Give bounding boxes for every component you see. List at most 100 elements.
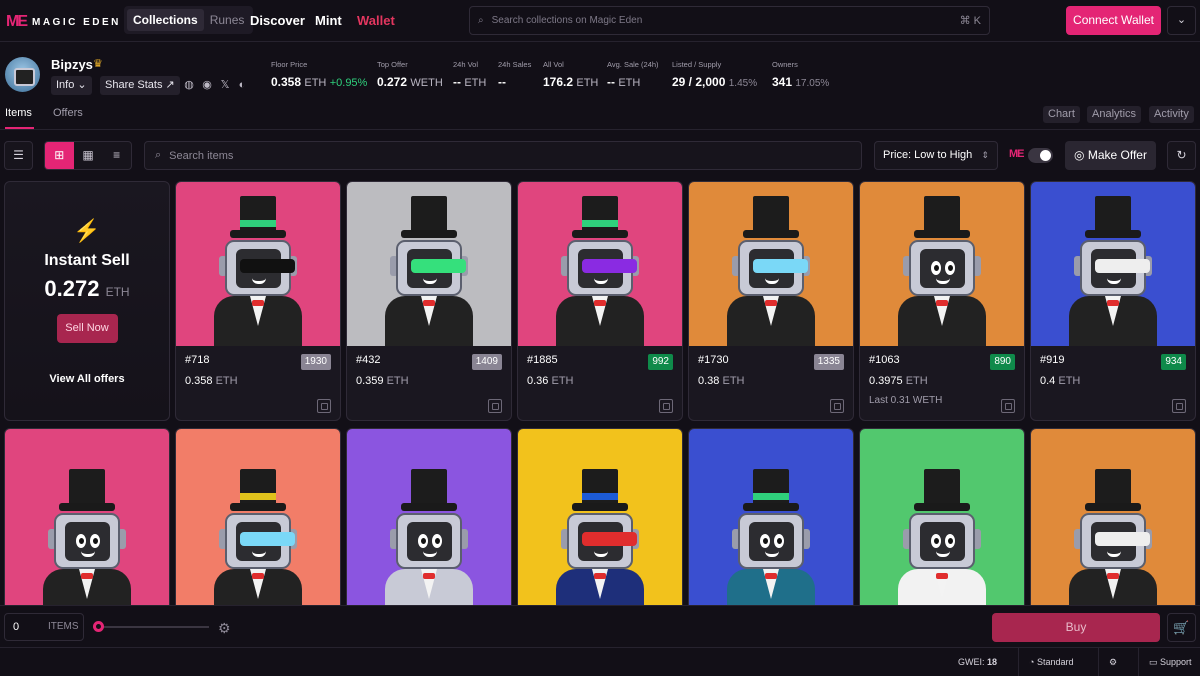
nft-price: 0.359 ETH bbox=[356, 375, 501, 387]
globe-icon[interactable]: ◍ bbox=[182, 78, 196, 92]
nft-price: 0.358 ETH bbox=[185, 375, 330, 387]
nft-image[interactable] bbox=[689, 429, 853, 605]
robot-smile bbox=[252, 551, 266, 557]
gear-icon[interactable]: ⚙ bbox=[218, 620, 231, 637]
nft-image[interactable] bbox=[518, 429, 682, 605]
nft-card[interactable] bbox=[346, 428, 512, 605]
info-dropdown[interactable]: Info ⌄ bbox=[51, 76, 92, 95]
expand-icon[interactable] bbox=[1172, 399, 1186, 413]
sell-now-button[interactable]: Sell Now bbox=[56, 314, 118, 343]
tab-analytics[interactable]: Analytics bbox=[1087, 106, 1142, 123]
share-stats-button[interactable]: Share Stats ↗ bbox=[100, 76, 180, 95]
cart-icon[interactable]: 🛒 bbox=[1167, 613, 1196, 642]
discord-icon[interactable]: ◉ bbox=[200, 78, 214, 92]
items-search-input[interactable]: ⌕ Search items bbox=[144, 141, 862, 170]
make-offer-button[interactable]: ◎ Make Offer bbox=[1065, 141, 1156, 170]
nav-wallet[interactable]: Wallet bbox=[357, 13, 395, 28]
sort-select[interactable]: Price: Low to High ⇕ bbox=[874, 141, 998, 170]
nft-card[interactable] bbox=[517, 428, 683, 605]
nft-card[interactable] bbox=[688, 428, 854, 605]
nav-mint[interactable]: Mint bbox=[315, 13, 342, 28]
refresh-icon[interactable]: ↻ bbox=[1167, 141, 1196, 170]
nav-runes[interactable]: Runes bbox=[204, 9, 251, 31]
opensea-icon[interactable]: ◐ bbox=[235, 78, 249, 92]
hat-band bbox=[69, 493, 105, 500]
instant-amount-value: 0.272 bbox=[44, 276, 100, 301]
expand-icon[interactable] bbox=[1001, 399, 1015, 413]
me-only-toggle[interactable]: ME bbox=[1009, 148, 1054, 164]
gwei-value: 18 bbox=[987, 657, 998, 667]
filter-icon[interactable]: ☰ bbox=[4, 141, 33, 170]
nft-card[interactable]: #432 1409 0.359 ETH bbox=[346, 181, 512, 421]
robot-eye bbox=[760, 534, 770, 548]
expand-icon[interactable] bbox=[317, 399, 331, 413]
nft-image[interactable] bbox=[176, 182, 340, 346]
nft-image[interactable] bbox=[860, 429, 1024, 605]
nft-price: 0.38 ETH bbox=[698, 375, 843, 387]
nft-info: #432 1409 0.359 ETH bbox=[347, 346, 511, 420]
nft-image[interactable] bbox=[860, 182, 1024, 346]
nft-card[interactable]: #1885 992 0.36 ETH bbox=[517, 181, 683, 421]
x-icon[interactable]: 𝕏 bbox=[218, 78, 232, 92]
speed-mode[interactable]: ◔ Standard bbox=[1018, 648, 1098, 676]
slider-knob[interactable] bbox=[93, 621, 104, 632]
tab-items[interactable]: Items bbox=[5, 107, 34, 129]
instant-sell-amount: 0.272 ETH bbox=[5, 276, 169, 302]
nft-image[interactable] bbox=[518, 182, 682, 346]
hat-band bbox=[924, 493, 960, 500]
glasses bbox=[240, 259, 295, 273]
view-all-offers-link[interactable]: View All offers bbox=[5, 373, 169, 385]
magic-eden-logo[interactable]: ME MAGIC EDEN bbox=[6, 13, 121, 31]
gwei-indicator: GWEI: 18 bbox=[958, 648, 997, 676]
tab-offers[interactable]: Offers bbox=[53, 107, 83, 119]
nft-card[interactable]: #718 1930 0.358 ETH bbox=[175, 181, 341, 421]
collection-tabs: Items Offers bbox=[0, 102, 1200, 130]
collections-runes-switch: Collections Runes bbox=[124, 6, 254, 34]
nft-card[interactable]: #1063 890 0.3975 ETH Last 0.31 WETH bbox=[859, 181, 1025, 421]
nav-collections[interactable]: Collections bbox=[127, 9, 204, 31]
nft-image[interactable] bbox=[689, 182, 853, 346]
nft-image[interactable] bbox=[347, 182, 511, 346]
chat-icon: ▭ bbox=[1149, 657, 1158, 667]
list-view-icon[interactable]: ≡ bbox=[102, 142, 131, 169]
nft-card[interactable]: #919 934 0.4 ETH bbox=[1030, 181, 1196, 421]
expand-icon[interactable] bbox=[830, 399, 844, 413]
nft-robot bbox=[1055, 196, 1171, 346]
robot-screen bbox=[407, 522, 452, 561]
hat-band bbox=[1095, 493, 1131, 500]
nft-card[interactable]: #1730 1335 0.38 ETH bbox=[688, 181, 854, 421]
chevron-down-icon[interactable]: ⌄ bbox=[1167, 6, 1196, 35]
price-unit: ETH bbox=[722, 375, 745, 387]
lightning-icon: ⚡ bbox=[73, 218, 101, 243]
buy-button[interactable]: Buy bbox=[992, 613, 1160, 642]
gear-icon[interactable]: ⚙ bbox=[1098, 648, 1138, 676]
nft-card[interactable] bbox=[4, 428, 170, 605]
nft-image[interactable] bbox=[1031, 429, 1195, 605]
hat-brim bbox=[230, 230, 286, 238]
expand-icon[interactable] bbox=[488, 399, 502, 413]
collection-avatar bbox=[5, 57, 40, 92]
large-grid-icon[interactable]: ⊞ bbox=[45, 142, 74, 169]
nft-robot bbox=[200, 196, 316, 346]
bow-tie bbox=[1107, 300, 1119, 306]
tab-activity[interactable]: Activity bbox=[1149, 106, 1194, 123]
view-mode-switch: ⊞ ▦ ≡ bbox=[44, 141, 132, 170]
expand-icon[interactable] bbox=[659, 399, 673, 413]
support-link[interactable]: ▭ Support bbox=[1138, 648, 1192, 676]
quantity-input[interactable]: 0 ITEMS bbox=[4, 613, 84, 641]
nft-card[interactable] bbox=[175, 428, 341, 605]
robot-screen bbox=[920, 522, 965, 561]
nft-image[interactable] bbox=[347, 429, 511, 605]
tab-chart[interactable]: Chart bbox=[1043, 106, 1080, 123]
nft-image[interactable] bbox=[1031, 182, 1195, 346]
nft-image[interactable] bbox=[5, 429, 169, 605]
global-search-input[interactable]: ⌕ Search collections on Magic Eden ⌘ K bbox=[469, 6, 990, 35]
nft-card[interactable] bbox=[859, 428, 1025, 605]
sweep-slider[interactable] bbox=[93, 621, 209, 632]
nft-image[interactable] bbox=[176, 429, 340, 605]
connect-wallet-button[interactable]: Connect Wallet bbox=[1066, 6, 1161, 35]
nav-discover[interactable]: Discover bbox=[250, 13, 305, 28]
small-grid-icon[interactable]: ▦ bbox=[74, 142, 103, 169]
nft-card[interactable] bbox=[1030, 428, 1196, 605]
robot-eye bbox=[418, 534, 428, 548]
